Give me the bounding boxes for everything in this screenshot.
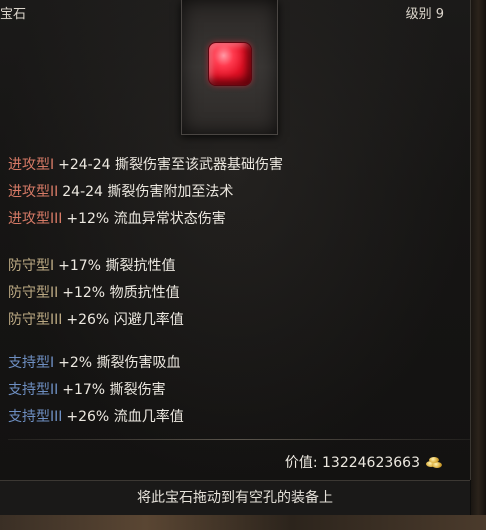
affix-stat: +17% 撕裂伤害 [62,382,166,398]
affix-row: 防守型II +12% 物质抗性值 [8,280,184,307]
item-type-label: 宝石 [0,7,27,22]
background-frame-edge [471,0,486,530]
affix-stat: +2% 撕裂伤害吸血 [58,355,181,371]
affix-stat: +24-24 撕裂伤害至该武器基础伤害 [58,157,284,173]
gold-coins-icon [426,456,444,468]
affix-prefix: 进攻型II [8,184,59,200]
drag-hint-bar: 将此宝石拖动到有空孔的装备上 [0,480,470,516]
affix-stat: +12% 流血异常状态伤害 [66,211,226,227]
affix-row: 进攻型I +24-24 撕裂伤害至该武器基础伤害 [8,152,283,179]
gem-icon-frame [181,0,278,135]
affix-stat: +26% 流血几率值 [66,409,184,425]
red-gem-icon[interactable] [208,42,252,86]
divider [8,439,470,440]
affix-prefix: 防守型I [8,258,55,274]
offense-affix-group: 进攻型I +24-24 撕裂伤害至该武器基础伤害 进攻型II 24-24 撕裂伤害附… [8,152,283,233]
affix-prefix: 进攻型I [8,157,55,173]
affix-row: 进攻型II 24-24 撕裂伤害附加至法术 [8,179,283,206]
bottom-frame-decoration [0,515,486,530]
affix-stat: +17% 撕裂抗性值 [58,258,176,274]
affix-row: 进攻型III +12% 流血异常状态伤害 [8,206,283,233]
affix-stat: +12% 物质抗性值 [62,285,180,301]
affix-row: 支持型II +17% 撕裂伤害 [8,377,184,404]
affix-row: 防守型III +26% 闪避几率值 [8,307,184,334]
affix-prefix: 防守型III [8,312,63,328]
item-level-label: 级别 9 [405,7,444,22]
affix-prefix: 支持型II [8,382,59,398]
affix-row: 支持型III +26% 流血几率值 [8,404,184,431]
affix-prefix: 进攻型III [8,211,63,227]
price-row: 价值: 13224623663 [285,452,444,472]
price-label: 价值: 13224623663 [284,455,420,471]
affix-stat: +26% 闪避几率值 [66,312,184,328]
affix-prefix: 支持型III [8,409,63,425]
affix-prefix: 支持型I [8,355,55,371]
support-affix-group: 支持型I +2% 撕裂伤害吸血 支持型II +17% 撕裂伤害 支持型III +26%… [8,350,184,431]
affix-row: 支持型I +2% 撕裂伤害吸血 [8,350,184,377]
affix-row: 防守型I +17% 撕裂抗性值 [8,253,184,280]
affix-prefix: 防守型II [8,285,59,301]
affix-stat: 24-24 撕裂伤害附加至法术 [62,184,234,200]
gem-tooltip-panel: 宝石 级别 9 进攻型I +24-24 撕裂伤害至该武器基础伤害 进攻型II 24-… [0,0,471,480]
defense-affix-group: 防守型I +17% 撕裂抗性值 防守型II +12% 物质抗性值 防守型III +26… [8,253,184,334]
